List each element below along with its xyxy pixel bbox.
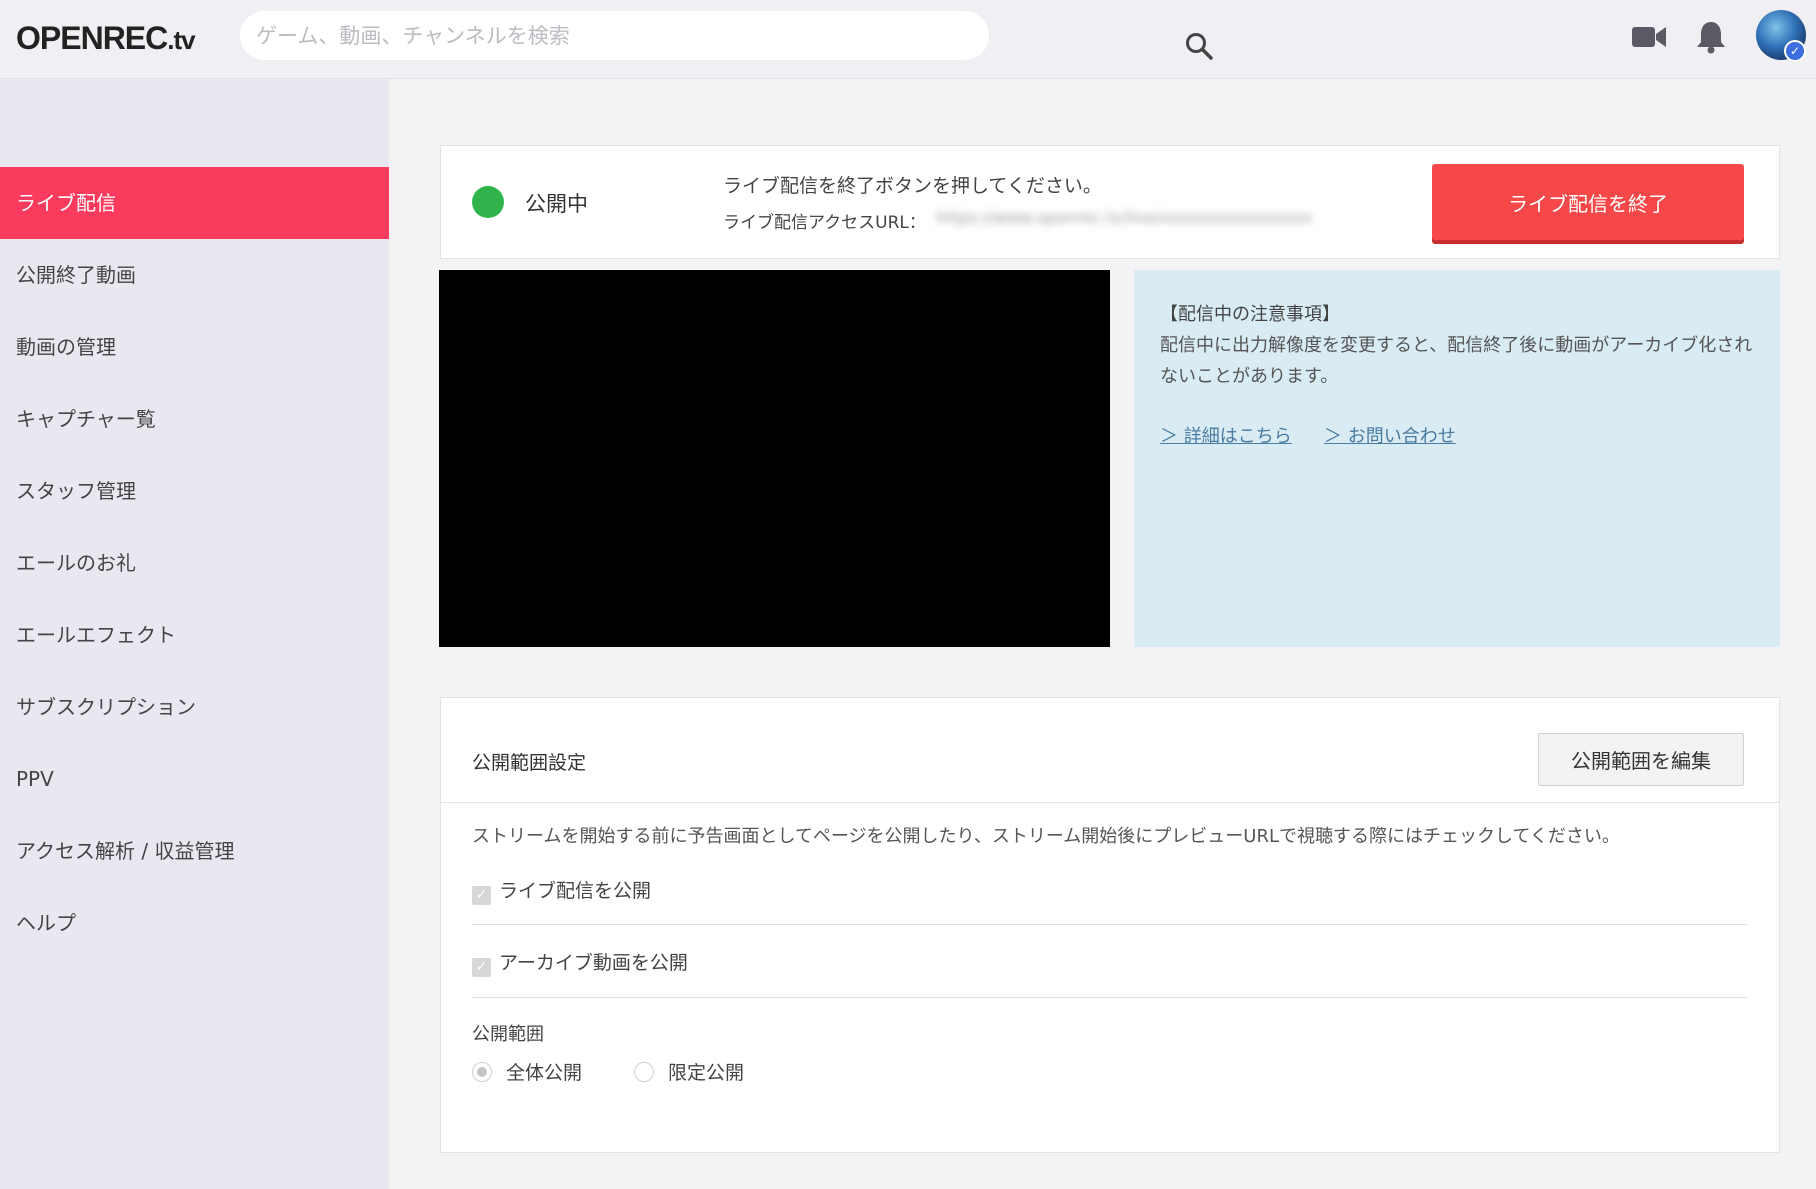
sidebar-item-live[interactable]: ライブ配信: [0, 167, 389, 239]
publish-archive-checkbox-row[interactable]: ✓ アーカイブ動画を公開: [472, 948, 688, 977]
live-status-card: 公開中 ライブ配信を終了ボタンを押してください。 ライブ配信アクセスURL： h…: [440, 145, 1780, 259]
notification-bell-icon[interactable]: [1696, 20, 1726, 54]
sidebar-item-help[interactable]: ヘルプ: [0, 887, 389, 959]
search-icon[interactable]: [1185, 32, 1213, 60]
divider: [472, 997, 1748, 998]
end-live-button[interactable]: ライブ配信を終了: [1432, 164, 1744, 240]
sidebar-item-yell-effect[interactable]: エールエフェクト: [0, 599, 389, 671]
contact-link[interactable]: ＞ お問い合わせ: [1324, 422, 1456, 448]
radio-public[interactable]: [472, 1062, 492, 1082]
video-camera-icon[interactable]: [1632, 24, 1666, 50]
sidebar-item-video-management[interactable]: 動画の管理: [0, 311, 389, 383]
radio-limited-label: 限定公開: [668, 1062, 745, 1084]
status-message: ライブ配信を終了ボタンを押してください。: [723, 175, 1102, 197]
notice-body: 配信中に出力解像度を変更すると、配信終了後に動画がアーカイブ化されないことがあり…: [1160, 335, 1753, 387]
video-preview[interactable]: [439, 270, 1110, 647]
settings-description: ストリームを開始する前に予告画面としてページを公開したり、ストリーム開始後にプレ…: [472, 826, 1620, 847]
search-input[interactable]: [256, 11, 936, 60]
radio-public-label: 全体公開: [506, 1062, 583, 1084]
streaming-notice-panel: 【配信中の注意事項】 配信中に出力解像度を変更すると、配信終了後に動画がアーカイ…: [1134, 270, 1780, 647]
publish-live-checkbox-row[interactable]: ✓ ライブ配信を公開: [472, 876, 651, 905]
settings-title: 公開範囲設定: [472, 752, 587, 774]
notice-title: 【配信中の注意事項】: [1160, 304, 1340, 325]
verified-badge-icon: ✓: [1784, 40, 1806, 62]
sidebar-item-subscription[interactable]: サブスクリプション: [0, 671, 389, 743]
sidebar-item-yell-thanks[interactable]: エールのお礼: [0, 527, 389, 599]
search-bar: [240, 11, 1213, 60]
scope-label: 公開範囲: [472, 1024, 544, 1045]
top-header: OPENREC.tv ✓: [0, 0, 1816, 79]
radio-limited[interactable]: [634, 1062, 654, 1082]
sidebar-item-ppv[interactable]: PPV: [0, 743, 389, 815]
divider: [441, 802, 1779, 803]
access-url-label: ライブ配信アクセスURL：: [723, 213, 926, 233]
sidebar-item-analytics[interactable]: アクセス解析 / 収益管理: [0, 815, 389, 887]
publish-live-label: ライブ配信を公開: [499, 880, 652, 902]
access-url-value: https://www.openrec.tv/live/xxxxxxxxxxxx…: [936, 208, 1313, 227]
visibility-settings-card: 公開範囲設定 公開範囲を編集 ストリームを開始する前に予告画面としてページを公開…: [440, 697, 1780, 1153]
sidebar: ライブ配信 公開終了動画 動画の管理 キャプチャー覧 スタッフ管理 エールのお礼…: [0, 79, 389, 1189]
live-status-indicator: [472, 186, 504, 218]
divider: [472, 924, 1748, 925]
publish-archive-label: アーカイブ動画を公開: [499, 952, 688, 974]
logo-main-text: OPENREC: [16, 20, 168, 56]
sidebar-item-staff[interactable]: スタッフ管理: [0, 455, 389, 527]
openrec-logo[interactable]: OPENREC.tv: [16, 18, 196, 58]
radio-public-row[interactable]: 全体公開: [472, 1058, 582, 1085]
radio-limited-row[interactable]: 限定公開: [634, 1058, 744, 1085]
edit-visibility-button[interactable]: 公開範囲を編集: [1538, 733, 1744, 786]
details-link[interactable]: ＞ 詳細はこちら: [1160, 422, 1292, 448]
logo-tld-text: .tv: [167, 25, 195, 55]
sidebar-item-captures[interactable]: キャプチャー覧: [0, 383, 389, 455]
publish-live-checkbox[interactable]: ✓: [472, 886, 491, 905]
publish-archive-checkbox[interactable]: ✓: [472, 958, 491, 977]
sidebar-item-ended-videos[interactable]: 公開終了動画: [0, 239, 389, 311]
status-label: 公開中: [525, 192, 588, 216]
